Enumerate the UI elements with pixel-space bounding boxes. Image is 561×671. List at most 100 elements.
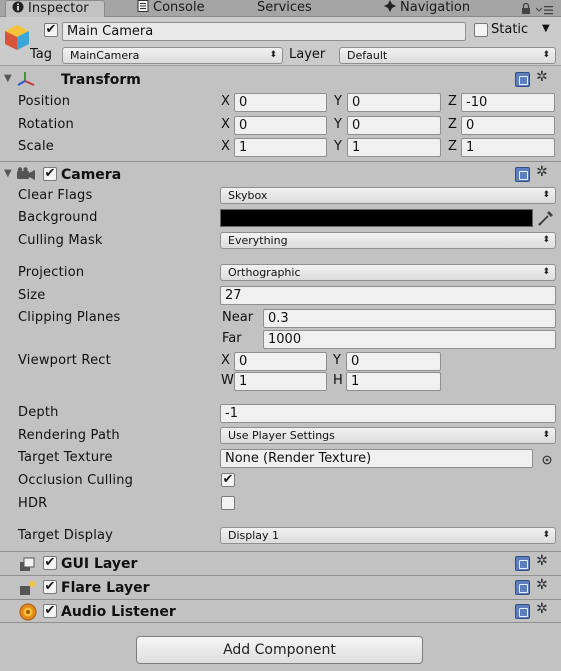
clipping-planes-label: Clipping Planes xyxy=(18,310,121,325)
target-display-label: Target Display xyxy=(18,528,114,543)
target-display-value: Display 1 xyxy=(228,529,280,542)
viewport-y-field[interactable]: 0 xyxy=(346,352,441,371)
foldout-arrow-icon[interactable]: ▼ xyxy=(4,73,12,84)
audio-listener-header[interactable]: ✔ Audio Listener ✲ xyxy=(0,599,561,622)
scale-z-field[interactable]: 1 xyxy=(461,138,555,157)
near-field[interactable]: 0.3 xyxy=(263,309,556,328)
gear-icon[interactable]: ✲ xyxy=(536,553,548,569)
clear-flags-dropdown[interactable]: Skybox ⬍ xyxy=(220,187,556,204)
projection-value: Orthographic xyxy=(228,266,301,279)
static-label: Static xyxy=(491,22,529,37)
static-dropdown-arrow-icon[interactable]: ▼ xyxy=(542,23,550,34)
layer-dropdown[interactable]: Default ⬍ xyxy=(339,47,556,64)
tag-dropdown[interactable]: MainCamera ⬍ xyxy=(62,47,283,64)
tab-services[interactable]: Services xyxy=(257,0,312,17)
camera-icon xyxy=(16,167,36,185)
camera-header[interactable]: ▼ ✔ Camera ✲ xyxy=(0,161,561,184)
scale-x-field[interactable]: 1 xyxy=(234,138,327,157)
dropdown-arrow-icon: ⬍ xyxy=(542,530,550,540)
occlusion-culling-checkbox[interactable]: ✔ xyxy=(221,473,235,487)
static-checkbox[interactable] xyxy=(474,23,488,37)
viewport-h-label: H xyxy=(333,373,343,388)
x-label: X xyxy=(221,94,230,109)
culling-mask-dropdown[interactable]: Everything ⬍ xyxy=(220,232,556,249)
tab-label: Navigation xyxy=(400,0,471,15)
foldout-arrow-icon[interactable]: ▼ xyxy=(4,168,12,179)
lock-icon[interactable] xyxy=(521,2,531,18)
target-texture-field[interactable]: None (Render Texture) xyxy=(220,449,533,468)
gear-icon[interactable]: ✲ xyxy=(536,69,548,85)
rotation-z-field[interactable]: 0 xyxy=(461,116,555,135)
transform-icon xyxy=(17,71,35,91)
viewport-h-field[interactable]: 1 xyxy=(346,372,441,391)
object-picker-icon[interactable] xyxy=(542,454,552,469)
gui-layer-header[interactable]: ✔ GUI Layer ✲ xyxy=(0,551,561,574)
projection-dropdown[interactable]: Orthographic ⬍ xyxy=(220,264,556,281)
navigation-icon xyxy=(384,0,396,12)
gear-icon[interactable]: ✲ xyxy=(536,577,548,593)
rotation-x-field[interactable]: 0 xyxy=(234,116,327,135)
gui-layer-checkbox[interactable]: ✔ xyxy=(43,556,57,570)
gameobject-cube-icon xyxy=(3,23,31,55)
gear-icon[interactable]: ✲ xyxy=(536,601,548,617)
viewport-x-label: X xyxy=(221,353,230,368)
console-icon xyxy=(137,0,149,12)
help-icon[interactable] xyxy=(515,580,530,595)
tab-console[interactable]: Console xyxy=(137,0,205,17)
flare-layer-checkbox[interactable]: ✔ xyxy=(43,580,57,594)
position-label: Position xyxy=(18,94,71,109)
position-x-field[interactable]: 0 xyxy=(234,93,327,112)
tab-label: Console xyxy=(153,0,205,15)
help-icon[interactable] xyxy=(515,556,530,571)
layer-value: Default xyxy=(347,49,388,62)
help-icon[interactable] xyxy=(515,604,530,619)
position-y-field[interactable]: 0 xyxy=(347,93,441,112)
rendering-path-dropdown[interactable]: Use Player Settings ⬍ xyxy=(220,427,556,444)
size-field[interactable]: 27 xyxy=(220,286,556,305)
position-z-field[interactable]: -10 xyxy=(461,93,555,112)
audio-listener-title: Audio Listener xyxy=(61,604,176,620)
tag-value: MainCamera xyxy=(70,49,140,62)
rotation-label: Rotation xyxy=(18,117,74,132)
tab-inspector[interactable]: Inspector xyxy=(5,0,105,18)
camera-enabled-checkbox[interactable]: ✔ xyxy=(43,167,57,181)
hdr-checkbox[interactable] xyxy=(221,496,235,510)
tab-navigation[interactable]: Navigation xyxy=(384,0,470,17)
tab-label: Inspector xyxy=(28,1,89,16)
gameobject-header: ✔ Main Camera Static ▼ Tag MainCamera ⬍ L… xyxy=(0,17,561,66)
tab-bar: Inspector Console Services Navigation xyxy=(0,0,561,18)
transform-title: Transform xyxy=(61,72,141,88)
flare-layer-icon xyxy=(19,580,37,600)
depth-label: Depth xyxy=(18,405,59,420)
tag-label: Tag xyxy=(30,47,53,62)
viewport-x-field[interactable]: 0 xyxy=(234,352,327,371)
audio-listener-checkbox[interactable]: ✔ xyxy=(43,604,57,618)
add-component-button[interactable]: Add Component xyxy=(136,636,423,664)
flare-layer-title: Flare Layer xyxy=(61,580,150,596)
viewport-w-field[interactable]: 1 xyxy=(234,372,327,391)
hdr-label: HDR xyxy=(18,496,48,511)
size-label: Size xyxy=(18,288,46,303)
x-label: X xyxy=(221,117,230,132)
depth-field[interactable]: -1 xyxy=(220,404,556,423)
rendering-path-value: Use Player Settings xyxy=(228,429,335,442)
scale-y-field[interactable]: 1 xyxy=(347,138,441,157)
target-display-dropdown[interactable]: Display 1 ⬍ xyxy=(220,527,556,544)
gear-icon[interactable]: ✲ xyxy=(536,164,548,180)
z-label: Z xyxy=(448,94,457,109)
culling-mask-label: Culling Mask xyxy=(18,233,103,248)
eyedropper-icon[interactable] xyxy=(538,209,554,230)
help-icon[interactable] xyxy=(515,167,530,182)
culling-mask-value: Everything xyxy=(228,234,288,247)
background-color-swatch[interactable] xyxy=(220,209,533,227)
z-label: Z xyxy=(448,117,457,132)
flare-layer-header[interactable]: ✔ Flare Layer ✲ xyxy=(0,575,561,598)
help-icon[interactable] xyxy=(515,72,530,87)
dropdown-arrow-icon: ⬍ xyxy=(269,50,277,60)
object-name-field[interactable]: Main Camera xyxy=(62,22,466,41)
active-checkbox[interactable]: ✔ xyxy=(44,23,58,37)
rotation-y-field[interactable]: 0 xyxy=(347,116,441,135)
far-field[interactable]: 1000 xyxy=(263,330,556,349)
transform-header[interactable]: ▼ Transform ✲ xyxy=(0,68,561,91)
viewport-w-label: W xyxy=(221,373,234,388)
